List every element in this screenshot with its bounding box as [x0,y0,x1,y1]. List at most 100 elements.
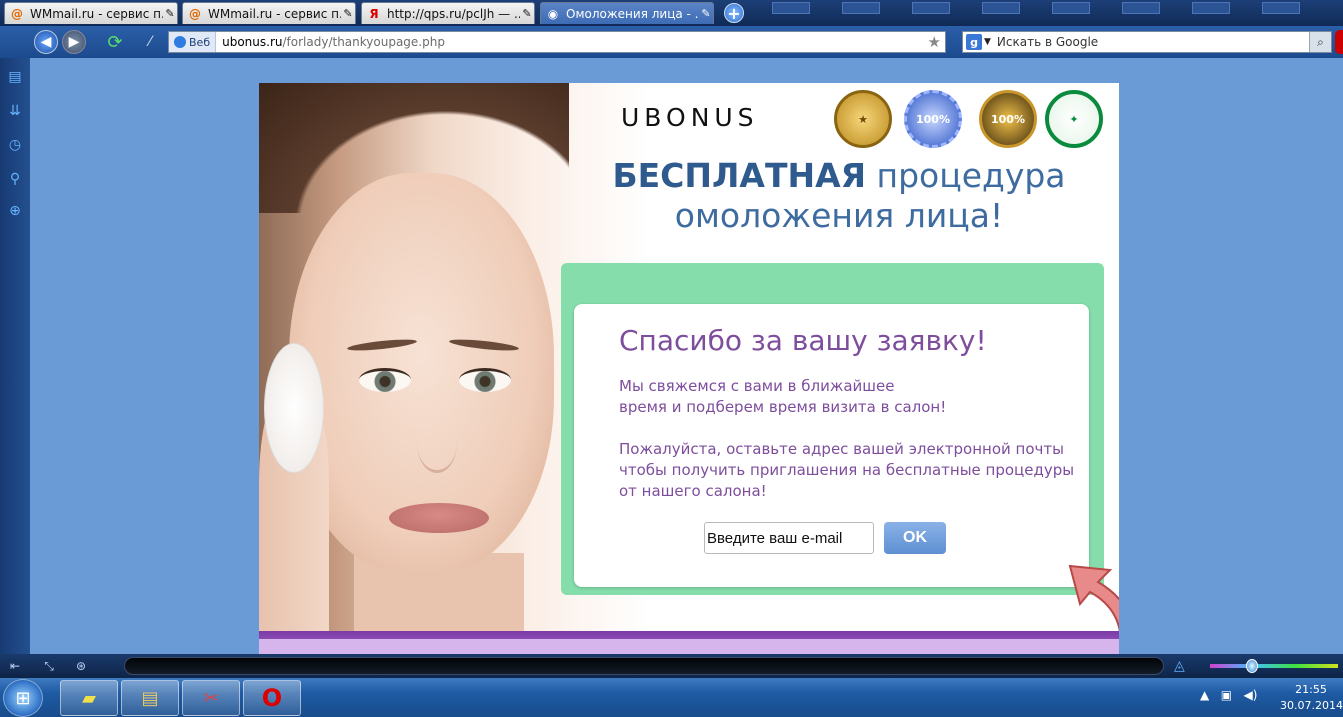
search-box[interactable]: g ▼ Искать в Google ⌕ [962,31,1332,53]
speed-dial-thumb[interactable] [1040,2,1102,24]
reload-icon[interactable]: ⟳ [103,30,127,54]
seal-100-gold-icon: 100% [979,90,1037,148]
bookmark-star-icon[interactable]: ★ [928,33,941,51]
globe-icon: ◉ [547,6,559,21]
brow [346,337,418,353]
clock-time[interactable]: 21:55 [1285,683,1337,696]
message-line: Мы свяжемся с вами в ближайшее [619,377,895,395]
brand-logo: UBONUS [621,103,759,132]
badge-label: Веб [189,35,211,49]
close-icon[interactable]: ✎ [163,7,177,20]
progress-bar [124,657,1164,675]
ok-button[interactable]: OK [884,522,946,554]
zoom-slider[interactable] [1210,664,1338,668]
message-line: чтобы получить приглашения на бесплатные… [619,461,1075,479]
sticky-notes-icon[interactable]: ▰ [60,680,118,716]
speed-dial-thumb[interactable] [1250,2,1312,24]
google-icon[interactable]: g [966,34,982,50]
snipping-tool-icon[interactable]: ✂ [182,680,240,716]
status-bar: ⇤ ⤡ ⊛ ◬ [0,654,1343,678]
back-button[interactable]: ◀ [34,30,58,54]
tab-bar: @ WMmail.ru - сервис п... ✎ @ WMmail.ru … [0,0,1343,26]
url-path: /forlady/thankyoupage.php [282,35,445,49]
close-icon[interactable]: ✎ [699,7,713,20]
view-icon[interactable]: ◬ [1174,658,1185,674]
lips [389,503,489,533]
wand-icon[interactable]: ⁄ [138,30,162,54]
email-request-message: Пожалуйста, оставьте адрес вашей электро… [619,439,1079,502]
panel-toggle-icon[interactable]: ⇤ [6,658,24,674]
speed-dial-thumb[interactable] [970,2,1032,24]
chevron-down-icon[interactable]: ▼ [984,37,991,47]
speed-dial-thumb[interactable] [900,2,962,24]
cotton-pad [264,343,324,473]
search-placeholder: Искать в Google [996,35,1099,49]
headline-line2: омоложения лица! [674,196,1004,235]
seal-gold-icon: ★ [834,90,892,148]
search-icon[interactable]: ⌕ [1309,32,1331,52]
callback-message: Мы свяжемся с вами в ближайшее время и п… [619,376,1079,418]
speed-dial-thumb[interactable] [760,2,822,24]
message-line: от нашего салона! [619,482,767,500]
side-panel: ▤ ⇊ ◷ ⚲ ⊕ [0,58,30,654]
zoom-slider-knob[interactable] [1246,659,1258,673]
email-field[interactable] [704,522,874,554]
unite-icon[interactable]: ⊛ [72,658,90,674]
tab-label: WMmail.ru - сервис п... [208,6,341,21]
start-button[interactable]: ⊞ [3,679,43,717]
purple-banner-inner [259,639,1119,654]
at-icon: @ [189,6,201,21]
message-line: Пожалуйста, оставьте адрес вашей электро… [619,440,1064,458]
tab-wmmail-1[interactable]: @ WMmail.ru - сервис п... ✎ [4,2,178,24]
at-icon: @ [11,6,23,21]
add-panel-icon[interactable]: ⊕ [6,202,24,220]
tab-omolozhenie[interactable]: ◉ Омоложения лица - ... ✎ [540,2,714,24]
eye [459,368,511,392]
forward-button[interactable]: ▶ [62,30,86,54]
headline-rest: процедура [866,156,1066,195]
tab-label: http://qps.ru/pclJh — ... [387,6,520,21]
new-tab-button[interactable]: + [724,3,744,23]
page-viewport: UBONUS ★ 100% 100% ✦ БЕСПЛАТНАЯ процедур… [30,58,1343,654]
tray-arrow-icon[interactable]: ▲ [1200,688,1209,702]
thank-you-card: Спасибо за вашу заявку! Мы свяжемся с ва… [574,304,1089,587]
speed-dial-thumb[interactable] [1110,2,1172,24]
downloads-icon[interactable]: ⇊ [6,102,24,120]
system-tray[interactable]: ▲ ▣ ◀) [1200,688,1257,702]
brow [448,337,520,353]
thanks-title: Спасибо за вашу заявку! [619,324,987,357]
seal-100-blue-icon: 100% [904,90,962,148]
headline-bold: БЕСПЛАТНАЯ [612,156,867,195]
clock-date[interactable]: 30.07.2014 [1280,699,1343,712]
tab-label: WMmail.ru - сервис п... [30,6,163,21]
explorer-icon[interactable]: ▤ [121,680,179,716]
seal-green-icon: ✦ [1045,90,1103,148]
notes-icon[interactable]: ▤ [6,68,24,86]
landing-page: UBONUS ★ 100% 100% ✦ БЕСПЛАТНАЯ процедур… [259,83,1119,654]
opera-menu-edge[interactable] [1335,30,1343,54]
speed-dial-thumb[interactable] [1180,2,1242,24]
network-icon[interactable]: ▣ [1221,688,1232,702]
tab-label: Омоложения лица - ... [566,6,699,21]
speed-dial-thumb[interactable] [830,2,892,24]
yandex-icon: Я [369,6,379,21]
message-line: время и подберем время визита в салон! [619,398,947,416]
url-host: ubonus.ru [222,35,283,49]
nose [417,413,457,473]
navigation-bar: ★ ◀ ▶ ⟳ ⁄ Веб ubonus.ru/forlady/thankyou… [0,26,1343,83]
tab-wmmail-2[interactable]: @ WMmail.ru - сервис п... ✎ [182,2,356,24]
history-icon[interactable]: ◷ [6,136,24,154]
opera-icon[interactable]: O [243,680,301,716]
headline: БЕСПЛАТНАЯ процедура омоложения лица! [589,156,1089,236]
eye [359,368,411,392]
close-icon[interactable]: ✎ [341,7,355,20]
windows-taskbar: ⊞ ▰ ▤ ✂ O ▲ ▣ ◀) 21:55 30.07.2014 [0,678,1343,717]
volume-icon[interactable]: ◀) [1243,688,1257,702]
close-icon[interactable]: ✎ [520,7,534,20]
search-icon[interactable]: ⚲ [6,170,24,188]
site-badge[interactable]: Веб [169,32,217,52]
globe-icon [174,36,186,48]
tab-qps[interactable]: Я http://qps.ru/pclJh — ... ✎ [361,2,535,24]
address-bar[interactable]: Веб ubonus.ru/forlady/thankyoupage.php ★ [168,31,946,53]
turbo-icon[interactable]: ⤡ [40,658,58,674]
